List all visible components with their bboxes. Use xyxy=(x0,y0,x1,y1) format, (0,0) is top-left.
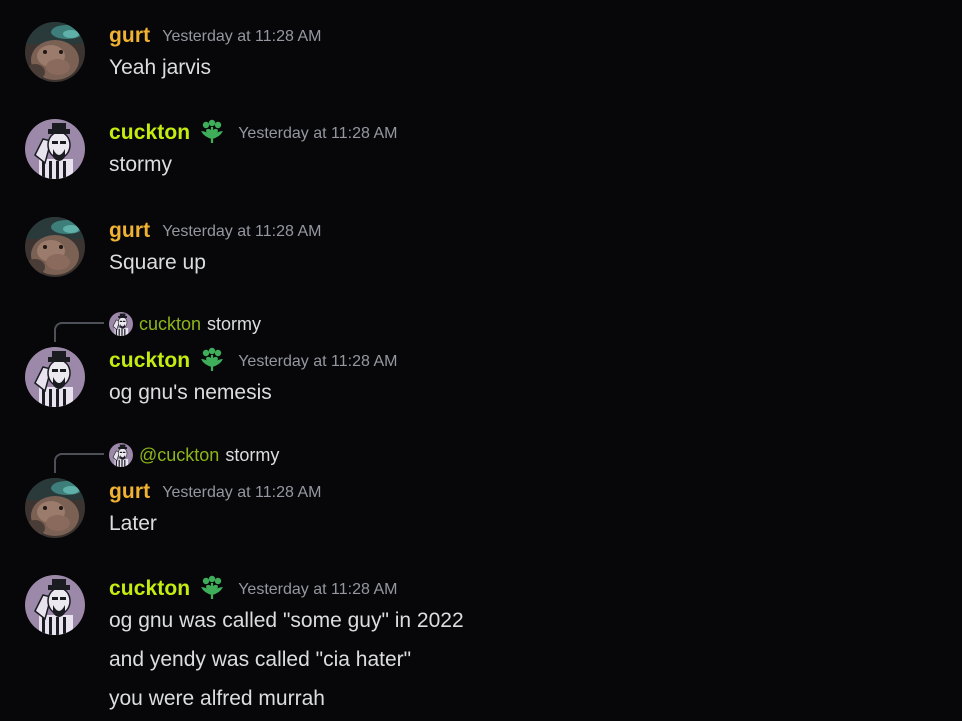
message-text: stormy xyxy=(109,153,172,176)
reply-username[interactable]: @cuckton xyxy=(139,445,219,466)
avatar-gurt[interactable] xyxy=(25,22,85,82)
avatar-gurt[interactable] xyxy=(25,478,85,538)
reply-avatar xyxy=(109,312,133,336)
flower-heart-role-icon[interactable] xyxy=(198,575,226,603)
message-text: Later xyxy=(109,512,157,535)
reply-preview[interactable]: cuckton stormy xyxy=(109,312,261,336)
username[interactable]: cuckton xyxy=(109,577,190,601)
message-header: cuckton Yesterday at 11:28 AM xyxy=(109,120,397,146)
avatar-cuckton[interactable] xyxy=(25,347,85,407)
avatar-cuckton[interactable] xyxy=(25,575,85,635)
username[interactable]: gurt xyxy=(109,219,150,243)
message-text: og gnu was called "some guy" in 2022 xyxy=(109,609,464,632)
username[interactable]: cuckton xyxy=(109,349,190,373)
avatar-cuckton[interactable] xyxy=(25,119,85,179)
username[interactable]: gurt xyxy=(109,24,150,48)
reply-spine xyxy=(54,453,104,473)
message-header: cuckton Yesterday at 11:28 AM xyxy=(109,576,397,602)
timestamp: Yesterday at 11:28 AM xyxy=(238,353,398,370)
message-header: gurt Yesterday at 11:28 AM xyxy=(109,23,321,49)
timestamp: Yesterday at 11:28 AM xyxy=(238,125,398,142)
username[interactable]: cuckton xyxy=(109,121,190,145)
reply-text: stormy xyxy=(207,313,262,334)
reply-preview[interactable]: @cuckton stormy xyxy=(109,443,279,467)
timestamp: Yesterday at 11:28 AM xyxy=(238,581,398,598)
reply-username[interactable]: cuckton xyxy=(139,314,201,335)
flower-heart-role-icon[interactable] xyxy=(198,119,226,147)
username[interactable]: gurt xyxy=(109,480,150,504)
reply-avatar xyxy=(109,443,133,467)
message-text: Square up xyxy=(109,251,206,274)
message-header: gurt Yesterday at 11:28 AM xyxy=(109,479,321,505)
timestamp: Yesterday at 11:28 AM xyxy=(162,484,322,501)
timestamp: Yesterday at 11:28 AM xyxy=(162,28,322,45)
reply-spine xyxy=(54,322,104,342)
timestamp: Yesterday at 11:28 AM xyxy=(162,223,322,240)
message-header: cuckton Yesterday at 11:28 AM xyxy=(109,348,397,374)
message-text: you were alfred murrah xyxy=(109,687,325,710)
message-text: og gnu's nemesis xyxy=(109,381,272,404)
message-text: and yendy was called "cia hater" xyxy=(109,648,412,671)
message-header: gurt Yesterday at 11:28 AM xyxy=(109,218,321,244)
reply-text: stormy xyxy=(225,444,280,465)
message-text: Yeah jarvis xyxy=(109,56,211,79)
avatar-gurt[interactable] xyxy=(25,217,85,277)
flower-heart-role-icon[interactable] xyxy=(198,347,226,375)
